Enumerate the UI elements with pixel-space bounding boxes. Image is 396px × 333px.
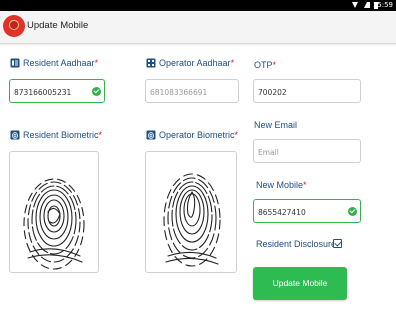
resident-fingerprint-image	[23, 178, 85, 270]
new-mobile-label-text: New Mobile	[256, 180, 304, 190]
aadhaar-card-icon	[10, 58, 20, 68]
status-bar: 15:59	[0, 0, 396, 11]
new-mobile-value: 8655427410	[258, 208, 306, 217]
resident-aadhaar-label-text: Resident Aadhaar	[23, 58, 95, 68]
operator-fingerprint-scanner[interactable]	[145, 151, 237, 273]
resident-aadhaar-input[interactable]: 873166005231	[9, 79, 105, 103]
new-email-input[interactable]: Email	[253, 139, 361, 163]
resident-biometric-label-text: Resident Biometric	[23, 130, 99, 140]
resident-aadhaar-value: 873166005231	[14, 88, 72, 97]
new-mobile-label: New Mobile*	[256, 180, 307, 190]
operator-aadhaar-label: Operator Aadhaar*	[146, 58, 234, 68]
update-mobile-button[interactable]: Update Mobile	[253, 267, 347, 300]
app-bar: Update Mobile	[0, 11, 396, 44]
otp-label-text: OTP	[254, 60, 273, 70]
operator-aadhaar-label-text: Operator Aadhaar	[159, 58, 231, 68]
operator-aadhaar-placeholder: 681083366691	[150, 88, 208, 97]
resident-aadhaar-label: Resident Aadhaar*	[10, 58, 98, 68]
resident-disclosure-label: Resident Disclosure*	[256, 239, 340, 249]
operator-aadhaar-input[interactable]: 681083366691	[145, 79, 239, 103]
status-time: 15:59	[372, 1, 393, 9]
fingerprint-icon	[146, 130, 156, 140]
aadhaar-card-icon	[146, 58, 156, 68]
page-title: Update Mobile	[27, 20, 89, 31]
operator-biometric-label-text: Operator Biometric	[159, 130, 235, 140]
otp-input[interactable]: 700202	[253, 79, 361, 103]
fingerprint-icon	[10, 130, 20, 140]
signal-icon	[364, 2, 370, 8]
aadhaar-logo	[3, 15, 25, 37]
new-email-placeholder: Email	[258, 148, 279, 157]
new-mobile-input[interactable]: 8655427410	[253, 199, 361, 223]
otp-label: OTP*	[254, 60, 276, 70]
operator-fingerprint-image	[163, 173, 221, 267]
otp-value: 700202	[258, 88, 287, 97]
wifi-icon	[352, 2, 358, 8]
resident-biometric-label: Resident Biometric*	[10, 130, 102, 140]
required-mark: *	[94, 58, 99, 68]
resident-disclosure-label-text: Resident Disclosure	[256, 239, 337, 249]
required-mark: *	[234, 130, 239, 140]
resident-disclosure-checkbox[interactable]	[333, 239, 342, 248]
required-mark: *	[230, 58, 235, 68]
resident-fingerprint-scanner[interactable]	[9, 151, 99, 273]
checkmark-icon	[92, 87, 101, 96]
checkmark-icon	[348, 207, 357, 216]
new-email-label-text: New Email	[254, 120, 298, 130]
required-mark: *	[98, 130, 103, 140]
new-email-label: New Email	[254, 120, 297, 130]
operator-biometric-label: Operator Biometric*	[146, 130, 238, 140]
required-mark: *	[272, 60, 277, 70]
required-mark: *	[303, 180, 307, 190]
